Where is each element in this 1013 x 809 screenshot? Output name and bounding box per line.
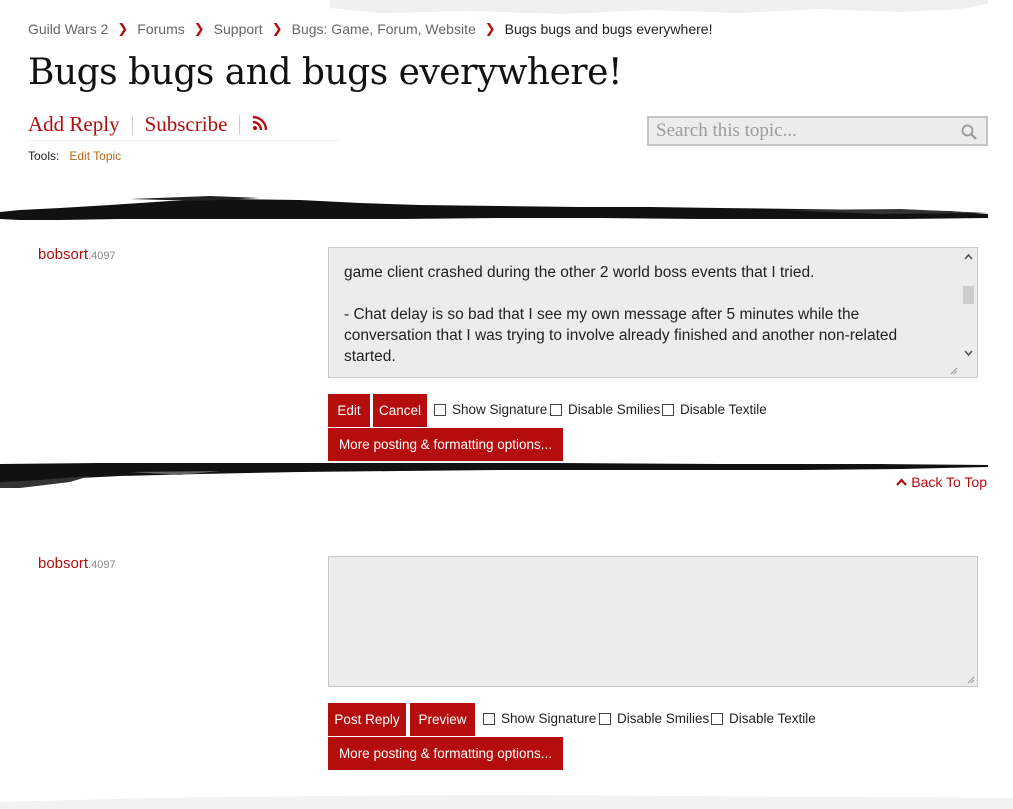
show-signature-label: Show Signature [501, 711, 597, 726]
tools-bar: Tools: Edit Topic [28, 149, 121, 163]
author-name: bobsort [38, 555, 89, 572]
page-title: Bugs bugs and bugs everywhere! [28, 52, 622, 93]
edit-button[interactable]: Edit [328, 394, 370, 427]
breadcrumb-forums[interactable]: Forums [137, 21, 184, 37]
show-signature-label: Show Signature [452, 402, 548, 417]
ink-divider-middle [0, 463, 988, 488]
post-reply-button[interactable]: Post Reply [328, 703, 406, 736]
ink-divider-top [0, 196, 988, 220]
action-divider [131, 114, 133, 135]
disable-textile-checkbox[interactable] [662, 403, 674, 416]
scroll-thumb[interactable] [963, 286, 974, 304]
show-signature-option[interactable]: Show Signature [434, 402, 547, 417]
edit-post-content: game client crashed during the other 2 w… [329, 248, 977, 367]
add-reply-link[interactable]: Add Reply [28, 112, 120, 137]
disable-smilies-label: Disable Smilies [568, 402, 661, 417]
show-signature-checkbox[interactable] [434, 403, 446, 416]
breadcrumb-current: Bugs bugs and bugs everywhere! [504, 21, 713, 37]
search-icon[interactable] [961, 124, 977, 140]
author-account-id: .4097 [88, 559, 116, 571]
post-line: conversation that I was trying to involv… [344, 327, 898, 344]
show-signature-checkbox[interactable] [483, 712, 495, 725]
resize-grip-icon[interactable] [967, 676, 975, 684]
actions-underline [28, 140, 338, 141]
disable-smilies-option[interactable]: Disable Smilies [599, 711, 709, 726]
disable-textile-label: Disable Textile [729, 711, 816, 726]
more-options-button[interactable]: More posting & formatting options... [328, 737, 563, 770]
search-input[interactable] [649, 118, 986, 144]
more-options-button[interactable]: More posting & formatting options... [328, 428, 563, 461]
rss-link[interactable] [252, 112, 268, 137]
cancel-button[interactable]: Cancel [373, 394, 427, 427]
scroll-down-icon[interactable] [964, 348, 973, 357]
topic-actions: Add Reply Subscribe [28, 112, 268, 137]
reply-author[interactable]: bobsort.4097 [38, 555, 116, 572]
back-to-top-link[interactable]: Back To Top [896, 474, 987, 490]
breadcrumb-separator-icon: ❯ [193, 21, 205, 36]
reply-textarea[interactable] [328, 556, 978, 687]
breadcrumb-bugs-category[interactable]: Bugs: Game, Forum, Website [292, 21, 476, 37]
resize-grip-icon[interactable] [950, 367, 958, 375]
post-line: - Chat delay is so bad that I see my own… [344, 306, 860, 323]
disable-smilies-label: Disable Smilies [617, 711, 710, 726]
disable-textile-option[interactable]: Disable Textile [711, 711, 816, 726]
post-line: game client crashed during the other 2 w… [344, 264, 815, 281]
textarea-scrollbar[interactable] [960, 248, 977, 377]
scroll-up-icon[interactable] [964, 253, 973, 262]
post-author[interactable]: bobsort.4097 [38, 246, 116, 263]
author-name: bobsort [38, 246, 89, 263]
action-divider [239, 114, 241, 135]
disable-textile-checkbox[interactable] [711, 712, 723, 725]
preview-button[interactable]: Preview [410, 703, 475, 736]
breadcrumb: Guild Wars 2 ❯ Forums ❯ Support ❯ Bugs: … [28, 21, 712, 37]
chevron-up-icon [896, 478, 908, 486]
ink-band-bottom [0, 795, 1013, 809]
breadcrumb-separator-icon: ❯ [484, 21, 496, 36]
author-account-id: .4097 [88, 250, 116, 262]
disable-smilies-option[interactable]: Disable Smilies [550, 402, 660, 417]
back-to-top-label: Back To Top [911, 474, 987, 490]
disable-smilies-checkbox[interactable] [550, 403, 562, 416]
breadcrumb-guild-wars-2[interactable]: Guild Wars 2 [28, 21, 108, 37]
disable-textile-label: Disable Textile [680, 402, 767, 417]
show-signature-option[interactable]: Show Signature [483, 711, 596, 726]
disable-smilies-checkbox[interactable] [599, 712, 611, 725]
rss-icon [253, 115, 268, 131]
topic-search [647, 116, 988, 146]
edit-post-textarea[interactable]: game client crashed during the other 2 w… [328, 247, 978, 378]
disable-textile-option[interactable]: Disable Textile [662, 402, 767, 417]
subscribe-link[interactable]: Subscribe [145, 112, 228, 137]
tools-label: Tools: [28, 149, 60, 163]
edit-topic-link[interactable]: Edit Topic [69, 149, 121, 163]
post-line: started. [344, 348, 396, 365]
breadcrumb-separator-icon: ❯ [117, 21, 129, 36]
breadcrumb-separator-icon: ❯ [271, 21, 283, 36]
breadcrumb-support[interactable]: Support [214, 21, 263, 37]
